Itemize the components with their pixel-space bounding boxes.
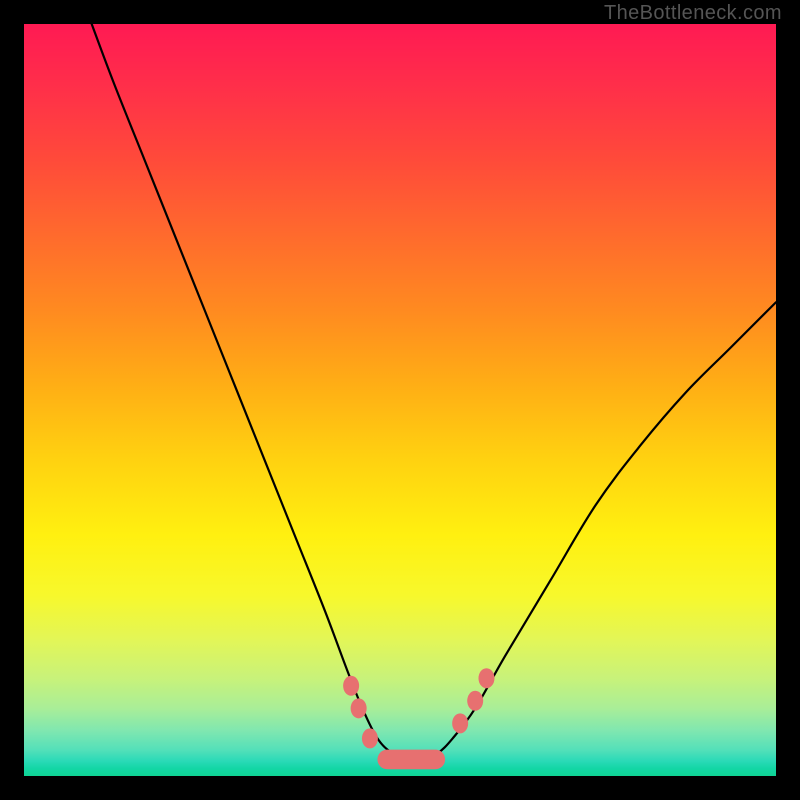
- attribution-watermark: TheBottleneck.com: [604, 2, 782, 25]
- curve-marker: [467, 691, 483, 711]
- curve-marker: [351, 698, 367, 718]
- curve-marker: [362, 728, 378, 748]
- curve-marker: [452, 713, 468, 733]
- bottleneck-curve-line: [92, 24, 776, 762]
- trough-marker-band: [377, 750, 445, 770]
- plot-area: [24, 24, 776, 776]
- curve-marker: [478, 668, 494, 688]
- bottleneck-chart: TheBottleneck.com: [0, 0, 800, 800]
- curve-markers: [343, 668, 494, 748]
- curve-layer: [24, 24, 776, 776]
- curve-marker: [343, 676, 359, 696]
